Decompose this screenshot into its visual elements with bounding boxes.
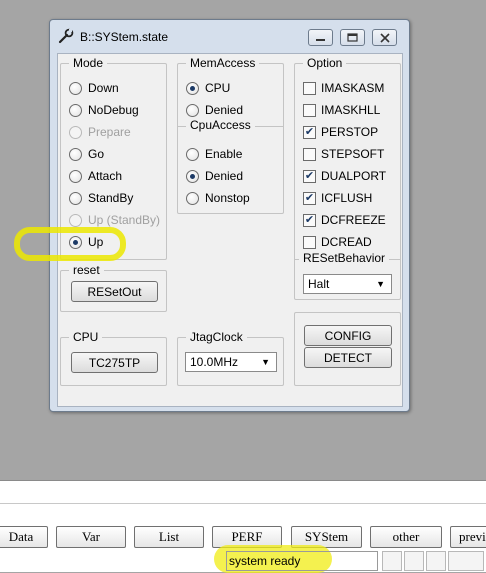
option-group: Option IMASKASM IMASKHLL ✔ PERSTOP STEPSO… bbox=[294, 56, 401, 300]
jtagclock-group-label: JtagClock bbox=[186, 330, 247, 344]
option-stepsoft-checkbox[interactable]: STEPSOFT bbox=[303, 146, 384, 162]
mode-standby-radio[interactable]: StandBy bbox=[69, 190, 133, 206]
wrench-icon bbox=[58, 28, 74, 44]
radio-circle bbox=[69, 191, 82, 205]
system-state-window: B::SYStem.state Mode Down NoDebug Prepar… bbox=[49, 19, 410, 412]
highlight-up-marker bbox=[14, 227, 126, 261]
resetbehavior-label: RESetBehavior bbox=[299, 251, 390, 265]
cpu-group: CPU TC275TP bbox=[60, 330, 167, 386]
status-field: system ready bbox=[226, 551, 378, 571]
cpu-select-button[interactable]: TC275TP bbox=[71, 352, 158, 373]
cpuaccess-group-label: CpuAccess bbox=[186, 118, 255, 132]
mode-prepare-radio: Prepare bbox=[69, 124, 131, 140]
option-dcfreeze-checkbox[interactable]: ✔ DCFREEZE bbox=[303, 212, 386, 228]
cpu-group-label: CPU bbox=[69, 330, 103, 344]
mode-nodebug-radio[interactable]: NoDebug bbox=[69, 102, 139, 118]
radio-circle bbox=[186, 103, 199, 117]
option-perstop-checkbox[interactable]: ✔ PERSTOP bbox=[303, 124, 378, 140]
option-dcread-checkbox[interactable]: DCREAD bbox=[303, 234, 372, 250]
toolbar-var-button[interactable]: Var bbox=[56, 526, 126, 548]
cpuaccess-nonstop-radio[interactable]: Nonstop bbox=[186, 190, 250, 206]
mode-group-label: Mode bbox=[69, 56, 108, 70]
radio-circle-selected bbox=[186, 169, 199, 183]
toolbar-other-button[interactable]: other bbox=[370, 526, 442, 548]
status-cell bbox=[426, 551, 446, 571]
reset-group: reset RESetOut bbox=[60, 263, 167, 312]
option-icflush-checkbox[interactable]: ✔ ICFLUSH bbox=[303, 190, 372, 206]
memaccess-cpu-radio[interactable]: CPU bbox=[186, 80, 230, 96]
radio-circle bbox=[69, 103, 82, 117]
option-imaskasm-checkbox[interactable]: IMASKASM bbox=[303, 80, 384, 96]
checkmark-icon: ✔ bbox=[303, 213, 316, 227]
toolbar-list-button[interactable]: List bbox=[134, 526, 204, 548]
status-cell bbox=[404, 551, 424, 571]
checkbox-box bbox=[303, 235, 316, 249]
option-dualport-checkbox[interactable]: ✔ DUALPORT bbox=[303, 168, 386, 184]
checkbox-box bbox=[303, 103, 316, 117]
restore-icon bbox=[347, 33, 358, 42]
checkmark-icon: ✔ bbox=[303, 125, 316, 139]
checkmark-icon: ✔ bbox=[303, 191, 316, 205]
checkmark-icon: ✔ bbox=[303, 169, 316, 183]
mode-go-radio[interactable]: Go bbox=[69, 146, 104, 162]
jtagclock-dropdown[interactable]: 10.0MHz ▼ bbox=[185, 352, 277, 372]
radio-circle bbox=[69, 81, 82, 95]
mode-down-radio[interactable]: Down bbox=[69, 80, 119, 96]
memaccess-group-label: MemAccess bbox=[186, 56, 260, 70]
radio-circle bbox=[186, 191, 199, 205]
close-icon bbox=[379, 32, 390, 43]
close-button[interactable] bbox=[372, 29, 397, 46]
option-group-label: Option bbox=[303, 56, 347, 70]
detect-button[interactable]: DETECT bbox=[304, 347, 392, 368]
toolbar-previous-button[interactable]: previ bbox=[450, 526, 486, 548]
dropdown-arrow-icon: ▼ bbox=[261, 357, 270, 367]
radio-circle bbox=[69, 147, 82, 161]
mode-up-standby-radio: Up (StandBy) bbox=[69, 212, 160, 228]
radio-circle-selected bbox=[186, 81, 199, 95]
actions-group: CONFIG DETECT bbox=[294, 312, 401, 386]
status-cell bbox=[382, 551, 402, 571]
radio-circle bbox=[69, 125, 82, 139]
access-group: MemAccess CPU Denied CpuAccess Enable De… bbox=[177, 56, 284, 214]
memaccess-denied-radio[interactable]: Denied bbox=[186, 102, 243, 118]
command-line-divider bbox=[0, 503, 486, 504]
radio-circle bbox=[69, 169, 82, 183]
window-title: B::SYStem.state bbox=[80, 30, 169, 44]
dropdown-arrow-icon: ▼ bbox=[376, 279, 385, 289]
resetbehavior-dropdown[interactable]: Halt ▼ bbox=[303, 274, 392, 294]
minimize-button[interactable] bbox=[308, 29, 333, 46]
cpuaccess-denied-radio[interactable]: Denied bbox=[186, 168, 243, 184]
option-imaskhll-checkbox[interactable]: IMASKHLL bbox=[303, 102, 380, 118]
status-cell bbox=[448, 551, 484, 571]
config-button[interactable]: CONFIG bbox=[304, 325, 392, 346]
checkbox-box bbox=[303, 81, 316, 95]
minimize-icon bbox=[316, 38, 325, 41]
reset-group-label: reset bbox=[69, 263, 104, 277]
cpuaccess-enable-radio[interactable]: Enable bbox=[186, 146, 242, 162]
toolbar-data-button[interactable]: Data bbox=[0, 526, 48, 548]
resetout-button[interactable]: RESetOut bbox=[71, 281, 158, 302]
mode-attach-radio[interactable]: Attach bbox=[69, 168, 122, 184]
radio-circle bbox=[69, 213, 82, 227]
restore-button[interactable] bbox=[340, 29, 365, 46]
radio-circle bbox=[186, 147, 199, 161]
checkbox-box bbox=[303, 147, 316, 161]
jtagclock-group: JtagClock 10.0MHz ▼ bbox=[177, 330, 284, 386]
title-bar[interactable]: B::SYStem.state bbox=[50, 20, 409, 50]
